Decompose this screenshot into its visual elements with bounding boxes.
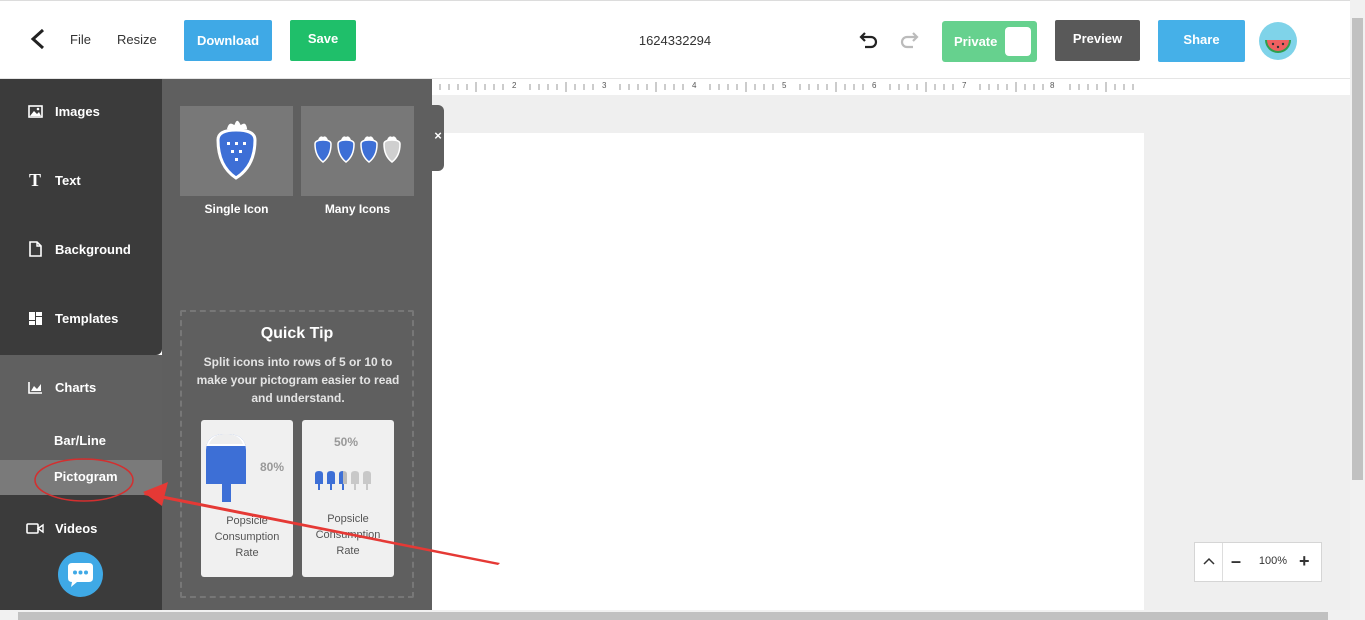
pictogram-panel: Single Icon Many Icons Quick Tip Split i… — [162, 79, 432, 610]
page-icon — [26, 241, 44, 257]
top-toolbar: File Resize Download Save 1624332294 Pri… — [0, 0, 1350, 79]
tip-example-many: 50% Popsicle Consumption Rate — [302, 420, 394, 577]
private-label: Private — [954, 34, 998, 49]
tip-card-caption: Popsicle Consumption Rate — [214, 515, 280, 559]
editor-app: File Resize Download Save 1624332294 Pri… — [0, 0, 1365, 620]
ruler-label: 3 — [602, 81, 607, 90]
quick-tip-title: Quick Tip — [260, 325, 334, 342]
download-button[interactable]: Download — [184, 20, 272, 61]
templates-icon — [26, 310, 44, 326]
watermelon-icon — [1265, 40, 1291, 53]
zoom-expand-button[interactable] — [1195, 543, 1223, 581]
sidebar-item-label: Charts — [55, 379, 97, 395]
sidebar-item-templates[interactable]: Templates — [26, 308, 118, 328]
quick-tip-box: Quick Tip Split icons into rows of 5 or … — [180, 310, 414, 598]
sidebar-item-text[interactable]: T Text — [26, 170, 81, 190]
sidebar-item-label: Background — [55, 241, 131, 257]
sidebar-item-images[interactable]: Images — [26, 101, 100, 121]
image-icon — [26, 103, 44, 119]
ruler-label: 8 — [1050, 81, 1055, 90]
sidebar-item-videos[interactable]: Videos — [26, 518, 97, 538]
single-icon-option[interactable] — [180, 106, 293, 196]
tip-card-percent: 80% — [260, 460, 285, 474]
ruler-label: 5 — [782, 81, 787, 90]
back-arrow-icon[interactable] — [28, 27, 48, 51]
sidebar-item-label: Templates — [55, 310, 119, 326]
sidebar-item-background[interactable]: Background — [26, 239, 131, 259]
file-menu[interactable]: File — [70, 32, 91, 47]
video-icon — [26, 520, 44, 536]
sidebar-item-charts[interactable]: Charts — [26, 377, 96, 397]
tip-card-caption: Popsicle Consumption Rate — [315, 513, 381, 557]
ruler-ticks — [439, 82, 1134, 92]
horizontal-scroll-thumb[interactable] — [18, 612, 1328, 620]
ruler-label: 4 — [692, 81, 697, 90]
many-icons-option[interactable] — [301, 106, 414, 196]
document-title[interactable]: 1624332294 — [600, 33, 750, 48]
zoom-level: 100% — [1258, 555, 1288, 567]
resize-menu[interactable]: Resize — [117, 32, 157, 47]
chat-button[interactable] — [58, 552, 103, 597]
strawberry-icon — [216, 119, 257, 180]
private-toggle[interactable]: Private — [942, 21, 1037, 62]
vertical-scroll-thumb[interactable] — [1352, 18, 1363, 480]
chat-icon — [68, 563, 93, 587]
close-icon[interactable]: × — [431, 128, 445, 143]
strawberries-icon — [314, 136, 401, 163]
toggle-knob — [1005, 27, 1031, 56]
undo-icon[interactable] — [856, 29, 880, 53]
many-icons-label: Many Icons — [324, 202, 391, 216]
share-button[interactable]: Share — [1158, 20, 1245, 62]
save-button[interactable]: Save — [290, 20, 356, 61]
popsicles-icon — [315, 471, 371, 490]
avatar[interactable] — [1259, 22, 1297, 60]
zoom-control: – 100% + — [1194, 542, 1322, 582]
text-icon: T — [26, 172, 44, 188]
zoom-in-button[interactable]: + — [1299, 551, 1310, 572]
quick-tip-text: Split icons into rows of 5 or 10 to make… — [196, 355, 400, 405]
preview-button[interactable]: Preview — [1055, 20, 1140, 61]
ruler-label: 2 — [512, 81, 517, 90]
ruler-label: 6 — [872, 81, 877, 90]
horizontal-ruler: 2 3 4 5 6 7 8 — [432, 79, 1350, 95]
sidebar-item-label: Images — [55, 103, 100, 119]
chart-icon — [26, 379, 44, 395]
redo-icon[interactable] — [898, 29, 922, 53]
design-canvas[interactable] — [432, 133, 1144, 610]
sidebar-item-label: Text — [55, 172, 81, 188]
single-icon-label: Single Icon — [204, 202, 269, 216]
sidebar-subitem-bar-line[interactable]: Bar/Line — [54, 433, 106, 448]
ruler-label: 7 — [962, 81, 967, 90]
svg-text:T: T — [29, 172, 41, 188]
chevron-up-icon — [1203, 557, 1215, 565]
tip-card-percent: 50% — [334, 435, 359, 449]
sidebar-item-label: Videos — [55, 520, 98, 536]
sidebar-subitem-pictogram[interactable]: Pictogram — [54, 469, 118, 484]
tip-example-single: 80% Popsicle Consumption Rate — [201, 420, 293, 577]
zoom-out-button[interactable]: – — [1231, 551, 1241, 572]
